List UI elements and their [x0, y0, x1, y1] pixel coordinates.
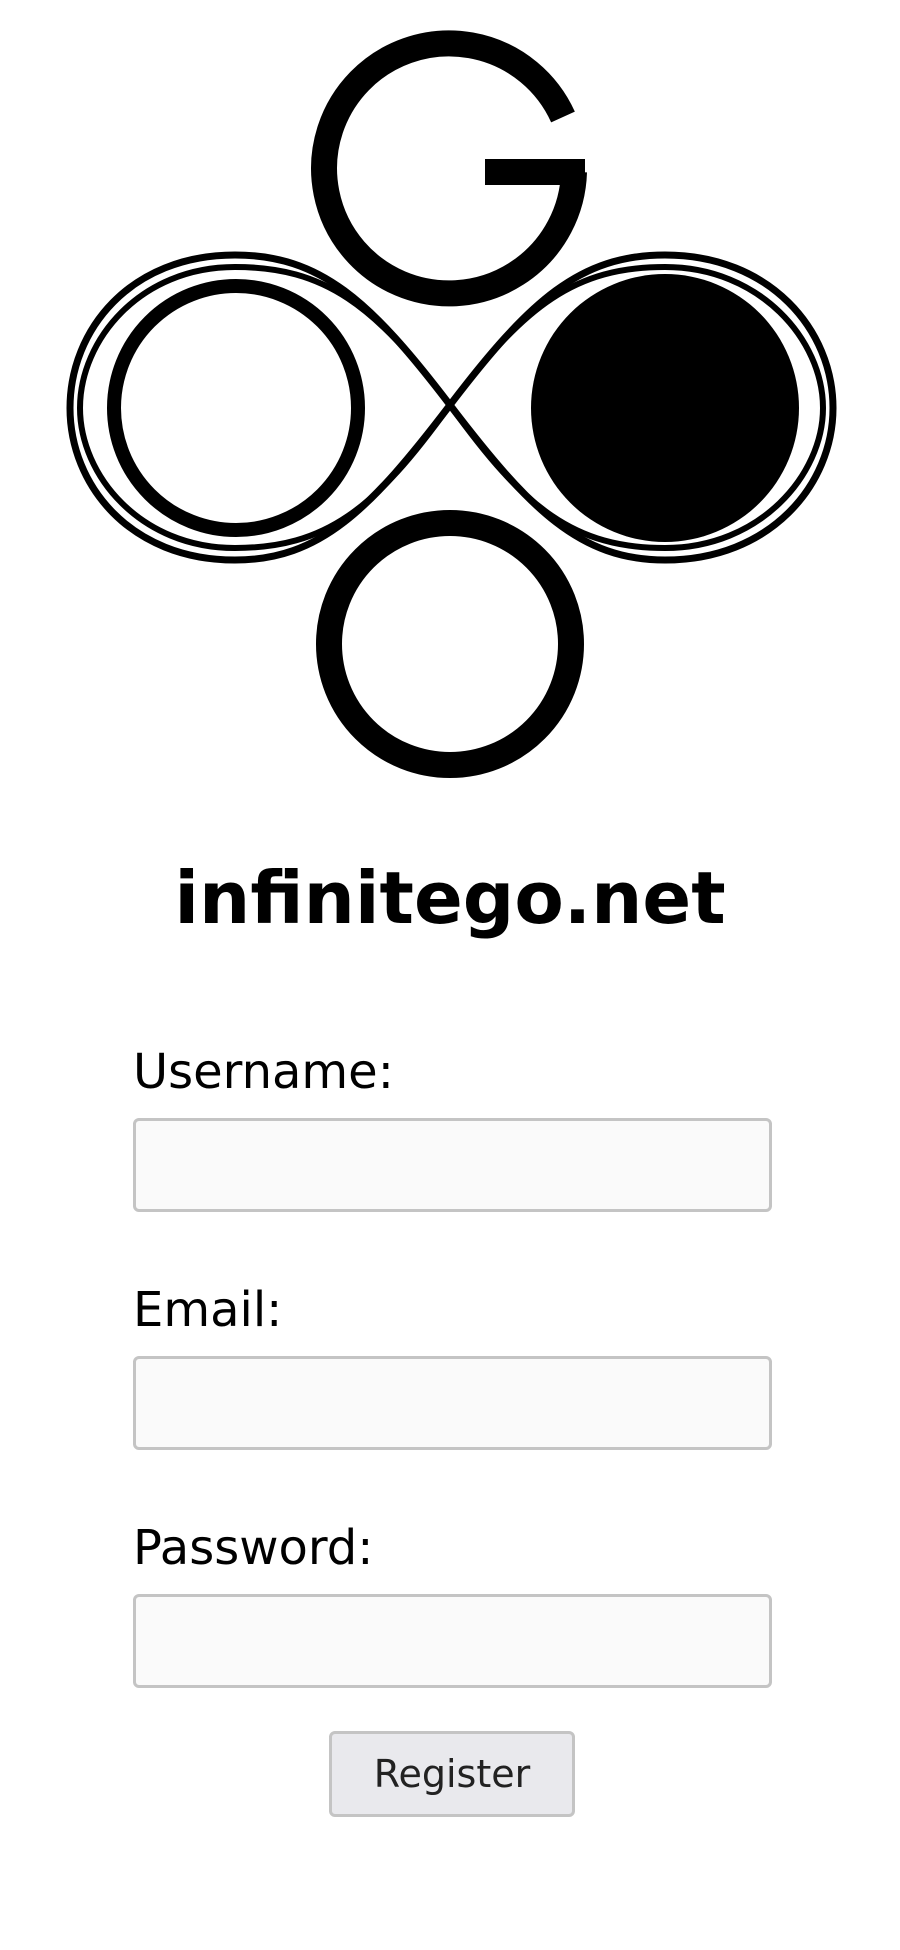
username-label: Username: [133, 1044, 394, 1100]
logo-right-circle [531, 274, 799, 542]
username-input[interactable] [133, 1118, 772, 1212]
logo-g-letter [311, 30, 587, 307]
logo-left-circle [107, 279, 365, 537]
logo-bottom-circle [316, 510, 584, 778]
infinitego-logo-icon [66, 30, 837, 778]
password-input[interactable] [133, 1594, 772, 1688]
site-title: infinitego.net [174, 856, 726, 940]
email-label: Email: [133, 1282, 283, 1338]
register-button[interactable]: Register [329, 1731, 575, 1817]
register-form: Username: Email: Password: [133, 1040, 772, 1754]
email-input[interactable] [133, 1356, 772, 1450]
password-label: Password: [133, 1520, 374, 1576]
